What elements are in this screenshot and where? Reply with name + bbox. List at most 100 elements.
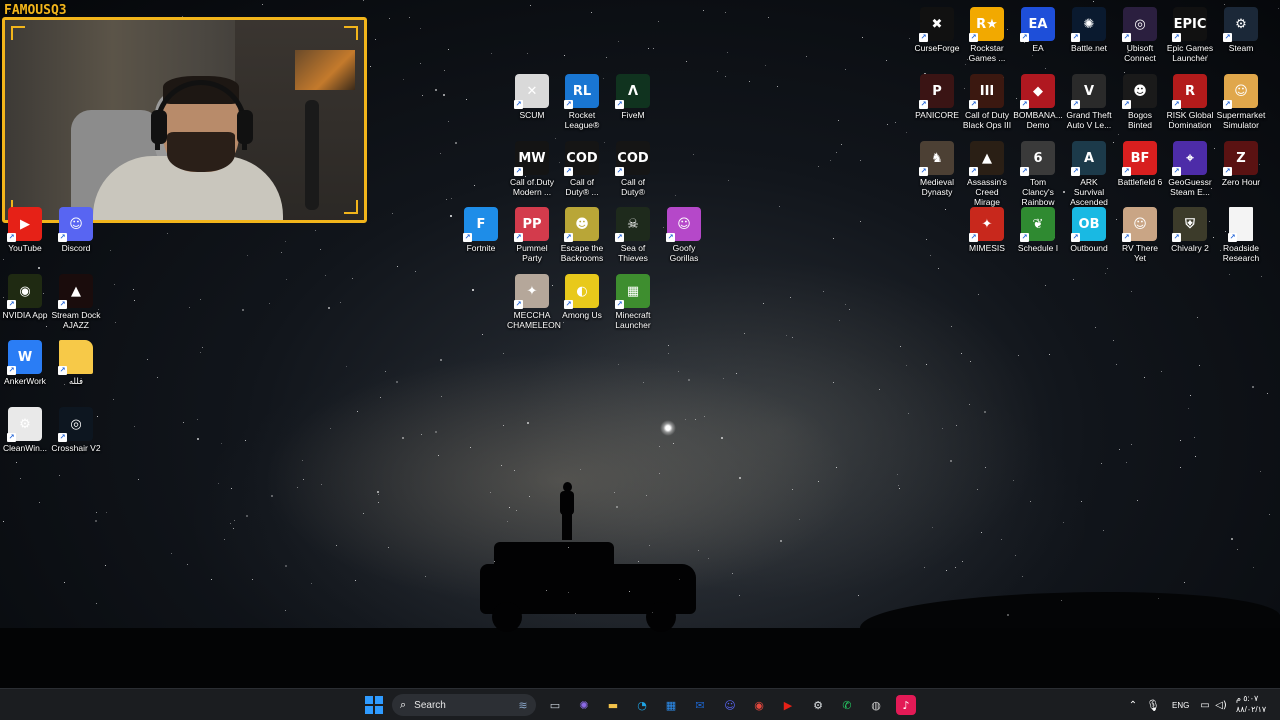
desktop-icon[interactable]: EA ↗ EA [1013, 7, 1063, 53]
desktop-icon-label: RV There Yet [1121, 243, 1159, 263]
icon-glyph: EA [1028, 16, 1048, 32]
star [618, 364, 619, 365]
desktop-icon[interactable]: ⌖ ↗ GeoGuessr Steam E... [1165, 141, 1215, 197]
shortcut-arrow-icon: ↗ [463, 233, 472, 242]
youtube-taskbar-icon[interactable]: ▶ [778, 695, 798, 715]
desktop-icon[interactable]: COD ↗ Call of Duty® [608, 141, 658, 197]
desktop-icon[interactable]: A ↗ ARK Survival Ascended [1064, 141, 1114, 207]
tiktok-icon[interactable]: ♪ [896, 695, 916, 715]
desktop-icon[interactable]: ⚙ ↗ CleanWin... [0, 407, 50, 453]
star [46, 326, 47, 327]
steam-taskbar-icon[interactable]: ⚙ [808, 695, 828, 715]
star [668, 353, 669, 354]
network-icon[interactable]: ▭ [1198, 695, 1212, 715]
star [1101, 463, 1102, 464]
desktop-icon[interactable]: BF ↗ Battlefield 6 [1115, 141, 1165, 187]
star [658, 21, 659, 22]
desktop-icon[interactable]: ♞ ↗ Medieval Dynasty [912, 141, 962, 197]
whatsapp-icon[interactable]: ✆ [837, 695, 857, 715]
desktop-icon[interactable]: ◆ ↗ BOMBANA... Demo [1013, 74, 1063, 130]
desktop-icon[interactable]: ◎ ↗ Crosshair V2 [51, 407, 101, 453]
desktop-icon[interactable]: R ↗ RISK Global Domination [1165, 74, 1215, 130]
microphone-icon[interactable]: 🎙︎ [1146, 695, 1160, 715]
desktop-icon[interactable]: ☻ ↗ Bogos Binted [1115, 74, 1165, 130]
bright-star [660, 420, 676, 436]
desktop-icon[interactable]: ◐ ↗ Among Us [557, 274, 607, 320]
desktop-icon[interactable]: ☺ ↗ Goofy Gorillas [659, 207, 709, 263]
desktop-icon[interactable]: ◎ ↗ Ubisoft Connect [1115, 7, 1165, 63]
desktop-icon[interactable]: ✕ ↗ SCUM [507, 74, 557, 120]
outlook-icon[interactable]: ✉ [690, 695, 710, 715]
star [95, 520, 97, 522]
desktop-icon[interactable]: F ↗ Fortnite [456, 207, 506, 253]
desktop-icon[interactable]: COD ↗ Call of Duty® ... [557, 141, 607, 197]
desktop-icon[interactable]: R★ ↗ Rockstar Games ... [962, 7, 1012, 63]
star [932, 527, 933, 528]
desktop-icon[interactable]: ☻ ↗ Escape the Backrooms [557, 207, 607, 263]
desktop-icon[interactable]: 6↗Tom Clancy's Rainbow Si... [1013, 141, 1063, 217]
rainbow-six-icon: 6 ↗ [1020, 141, 1055, 176]
desktop-icon[interactable]: ▶ ↗ YouTube [0, 207, 50, 253]
language-indicator[interactable]: ENG [1172, 701, 1189, 710]
desktop-icon[interactable]: ⛨ ↗ Chivalry 2 [1165, 207, 1215, 253]
desktop-icon[interactable]: OB ↗ Outbound [1064, 207, 1114, 253]
star [614, 492, 615, 493]
edge-icon[interactable]: ◔ [632, 695, 652, 715]
start-button[interactable] [364, 695, 384, 715]
desktop-icon[interactable]: ✦ ↗ MECCHA CHAMELEON [507, 274, 561, 330]
desktop-icon[interactable]: ◉ ↗ NVIDIA App [0, 274, 50, 320]
desktop-icon-label: Discord [61, 243, 91, 253]
desktop-icon[interactable]: ☺ ↗ RV There Yet [1115, 207, 1165, 263]
desktop-icon[interactable]: ☺ ↗ Discord [51, 207, 101, 253]
desktop-icon[interactable]: ❦ ↗ Schedule I [1013, 207, 1063, 253]
desktop-icon[interactable]: III ↗ Call of Duty Black Ops III [962, 74, 1012, 130]
desktop-icon-label: Supermarket Simulator [1216, 110, 1266, 130]
obs-icon[interactable]: ◍ [866, 695, 886, 715]
star [1161, 371, 1162, 372]
star [440, 153, 441, 154]
star [325, 275, 326, 276]
desktop-icon[interactable]: W ↗ AnkerWork [0, 340, 50, 386]
show-hidden-icons-chevron-icon[interactable]: ⌃ [1126, 695, 1140, 715]
steam-icon: ⚙ ↗ [1223, 7, 1258, 42]
shark-widget-icon[interactable]: ≋ [508, 695, 538, 715]
star [739, 595, 740, 596]
star [568, 547, 569, 548]
desktop-icon[interactable]: ✦ ↗ MIMESIS [962, 207, 1012, 253]
desktop-icon[interactable]: PP ↗ Pummel Party [507, 207, 557, 263]
task-view-icon[interactable]: ▭ [545, 695, 565, 715]
desktop-icon[interactable]: Λ ↗ FiveM [608, 74, 658, 120]
desktop-icon[interactable]: ✖ ↗ CurseForge [912, 7, 962, 53]
desktop-icon[interactable]: ☺ ↗ Supermarket Simulator [1216, 74, 1266, 130]
bogos-binted-icon: ☻ ↗ [1122, 74, 1157, 109]
shortcut-arrow-icon: ↗ [1223, 167, 1232, 176]
desktop-icon[interactable]: MW ↗ Call of Duty Modern ... [507, 141, 557, 197]
desktop-icon[interactable]: ▲ ↗ Assassin's Creed Mirage [962, 141, 1012, 207]
desktop-icon[interactable]: P ↗ PANICORE [912, 74, 962, 120]
star [686, 61, 687, 62]
volume-icon[interactable]: ◁) [1214, 695, 1228, 715]
desktop-icon[interactable]: ↗ فلله [51, 340, 101, 386]
desktop-icon[interactable]: ▦ ↗ Minecraft Launcher [608, 274, 658, 330]
file-explorer-icon[interactable]: ▬ [603, 695, 623, 715]
desktop-icon[interactable]: ✺ ↗ Battle.net [1064, 7, 1114, 53]
copilot-icon[interactable]: ✺ [574, 695, 594, 715]
desktop-icon[interactable]: ▲ ↗ Stream Dock AJAZZ [51, 274, 101, 330]
star [328, 307, 330, 309]
desktop-icon[interactable]: RL ↗ Rocket League® [557, 74, 607, 130]
taskbar-app-glyph: ◍ [871, 698, 881, 712]
icon-glyph: MW [518, 150, 546, 166]
desktop-icon[interactable]: ↗ Roadside Research [1216, 207, 1266, 263]
icon-glyph: RL [572, 83, 592, 99]
star [732, 573, 733, 574]
desktop-icon[interactable]: EPIC ↗ Epic Games Launcher [1165, 7, 1215, 63]
desktop-icon[interactable]: V ↗ Grand Theft Auto V Le... [1064, 74, 1114, 130]
microsoft-store-icon[interactable]: ▦ [661, 695, 681, 715]
clock-date[interactable]: ٨٨/٠٢/١٧ [1236, 705, 1266, 714]
chrome-icon[interactable]: ◉ [749, 695, 769, 715]
desktop-icon[interactable]: Z ↗ Zero Hour [1216, 141, 1266, 187]
clock-time[interactable]: ٥:٠٧ م [1236, 694, 1258, 703]
discord-taskbar-icon[interactable]: ☺ [720, 695, 740, 715]
desktop-icon[interactable]: ☠ ↗ Sea of Thieves [608, 207, 658, 263]
desktop-icon[interactable]: ⚙ ↗ Steam [1216, 7, 1266, 53]
